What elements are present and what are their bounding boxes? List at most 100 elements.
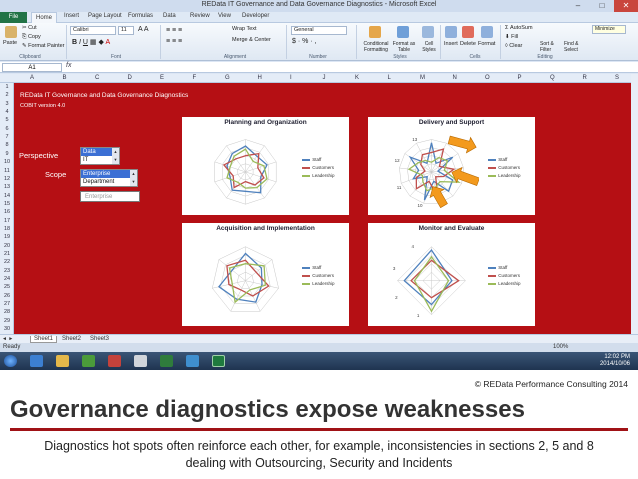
row-header[interactable]: 26 xyxy=(0,293,14,299)
align-left-icon[interactable]: ≡ ≡ ≡ xyxy=(166,38,182,45)
scroll-down-icon[interactable]: ▼ xyxy=(112,156,119,164)
insert-cells-icon[interactable] xyxy=(445,26,457,38)
scroll-down-icon[interactable]: ▼ xyxy=(130,178,137,186)
worksheet[interactable]: REData IT Governance and Data Governance… xyxy=(14,83,631,334)
chart-planning-organization[interactable]: Planning and Organization Staff Customers… xyxy=(182,117,349,215)
sort-filter-button[interactable]: Sort & Filter xyxy=(540,41,562,53)
chart-monitor-evaluate[interactable]: Monitor and Evaluate 1 2 3 4 Staff Customers L… xyxy=(368,223,535,326)
tab-developer[interactable]: Developer xyxy=(242,13,269,19)
column-header[interactable]: K xyxy=(355,75,359,81)
tab-file[interactable]: File xyxy=(0,12,27,23)
font-style-buttons[interactable]: B I U ▦ ◆ A xyxy=(72,38,110,46)
currency-icon[interactable]: $ · % · , xyxy=(292,38,317,45)
tab-insert[interactable]: Insert xyxy=(64,13,79,19)
column-header[interactable]: F xyxy=(193,75,197,81)
chart-acquisition-implementation[interactable]: Acquisition and Implementation Staff Cust… xyxy=(182,223,349,326)
conditional-formatting-icon[interactable] xyxy=(369,26,381,38)
wrap-text-button[interactable]: Wrap Text xyxy=(232,26,257,32)
merge-center-button[interactable]: Merge & Center xyxy=(232,37,271,43)
conditional-formatting-button[interactable]: Conditional Formatting xyxy=(361,41,391,53)
media-icon[interactable] xyxy=(82,355,95,367)
insert-cells-button[interactable]: Insert xyxy=(444,41,458,47)
align-top-icon[interactable]: ≡ ≡ ≡ xyxy=(166,27,182,34)
row-header[interactable]: 8 xyxy=(0,142,14,148)
row-header[interactable]: 23 xyxy=(0,268,14,274)
cell-styles-icon[interactable] xyxy=(422,26,434,38)
row-header[interactable]: 27 xyxy=(0,301,14,307)
ie-icon[interactable] xyxy=(30,355,43,367)
tab-formulas[interactable]: Formulas xyxy=(128,13,153,19)
column-header[interactable]: A xyxy=(30,75,34,81)
tab-page-layout[interactable]: Page Layout xyxy=(88,13,122,19)
folder-icon[interactable] xyxy=(56,355,69,367)
scope-option-enterprise[interactable]: Enterprise xyxy=(81,170,137,178)
column-header[interactable]: O xyxy=(485,75,490,81)
tab-home[interactable]: Home xyxy=(31,12,57,23)
font-size-select[interactable]: 11 xyxy=(118,26,134,35)
row-header[interactable]: 1 xyxy=(0,84,14,90)
row-header[interactable]: 9 xyxy=(0,151,14,157)
excel-icon[interactable] xyxy=(212,355,225,367)
format-painter-button[interactable]: ✎ Format Painter xyxy=(22,43,65,49)
column-header[interactable]: E xyxy=(160,75,164,81)
minimize-button[interactable]: – xyxy=(566,0,590,12)
column-header[interactable]: S xyxy=(615,75,619,81)
paste-button[interactable]: Paste xyxy=(3,40,17,46)
delete-cells-button[interactable]: Delete xyxy=(460,41,476,47)
cut-button[interactable]: ✂ Cut xyxy=(22,25,37,31)
column-header[interactable]: M xyxy=(420,75,425,81)
column-header[interactable]: B xyxy=(63,75,67,81)
autosum-button[interactable]: Σ AutoSum xyxy=(505,25,533,31)
grow-font-icon[interactable]: A A xyxy=(138,26,149,33)
scroll-up-icon[interactable]: ▲ xyxy=(112,148,119,156)
row-header[interactable]: 17 xyxy=(0,218,14,224)
column-header[interactable]: D xyxy=(128,75,132,81)
column-header[interactable]: L xyxy=(388,75,391,81)
column-header[interactable]: I xyxy=(290,75,292,81)
tab-nav-icon[interactable]: ◄ ► xyxy=(2,336,13,342)
column-header[interactable]: H xyxy=(258,75,262,81)
sheet-tab-3[interactable]: Sheet3 xyxy=(90,336,109,342)
row-header[interactable]: 14 xyxy=(0,193,14,199)
sheet-tab-2[interactable]: Sheet2 xyxy=(62,336,81,342)
tab-review[interactable]: Review xyxy=(190,13,210,19)
row-header[interactable]: 10 xyxy=(0,159,14,165)
perspective-listbox[interactable]: Data IT ▲ ▼ xyxy=(80,147,120,165)
zoom-level[interactable]: 100% xyxy=(553,344,568,350)
row-header[interactable]: 16 xyxy=(0,209,14,215)
app-icon[interactable] xyxy=(160,355,173,367)
row-header[interactable]: 7 xyxy=(0,134,14,140)
scope-option-department[interactable]: Department xyxy=(81,178,137,186)
scroll-up-icon[interactable]: ▲ xyxy=(130,170,137,178)
name-box[interactable]: A1 xyxy=(2,63,62,72)
row-header[interactable]: 28 xyxy=(0,309,14,315)
column-header[interactable]: C xyxy=(95,75,99,81)
column-header[interactable]: J xyxy=(323,75,326,81)
row-header[interactable]: 25 xyxy=(0,284,14,290)
row-header[interactable]: 12 xyxy=(0,176,14,182)
font-name-select[interactable]: Calibri xyxy=(70,26,116,35)
vertical-scrollbar[interactable] xyxy=(631,74,638,334)
row-header[interactable]: 19 xyxy=(0,234,14,240)
format-as-table-button[interactable]: Format as Table xyxy=(391,41,417,53)
scope-listbox[interactable]: Enterprise Department ▲ ▼ xyxy=(80,169,138,187)
fx-icon[interactable]: fx xyxy=(66,62,71,69)
row-header[interactable]: 6 xyxy=(0,126,14,132)
close-button[interactable]: ✕ xyxy=(614,0,638,12)
app-icon[interactable] xyxy=(134,355,147,367)
row-header[interactable]: 21 xyxy=(0,251,14,257)
format-cells-button[interactable]: Format xyxy=(478,41,495,47)
row-header[interactable]: 29 xyxy=(0,318,14,324)
scope-value-cell[interactable]: Enterprise xyxy=(80,191,140,202)
maximize-button[interactable]: □ xyxy=(590,0,614,12)
cell-styles-button[interactable]: Cell Styles xyxy=(419,41,439,53)
fill-button[interactable]: ⬇ Fill xyxy=(505,34,518,40)
column-header[interactable]: R xyxy=(583,75,587,81)
row-header[interactable]: 2 xyxy=(0,92,14,98)
row-header[interactable]: 15 xyxy=(0,201,14,207)
row-header[interactable]: 18 xyxy=(0,226,14,232)
row-header[interactable]: 20 xyxy=(0,243,14,249)
clear-button[interactable]: ◊ Clear xyxy=(505,43,522,49)
row-header[interactable]: 3 xyxy=(0,101,14,107)
find-select-button[interactable]: Find & Select xyxy=(564,41,586,53)
